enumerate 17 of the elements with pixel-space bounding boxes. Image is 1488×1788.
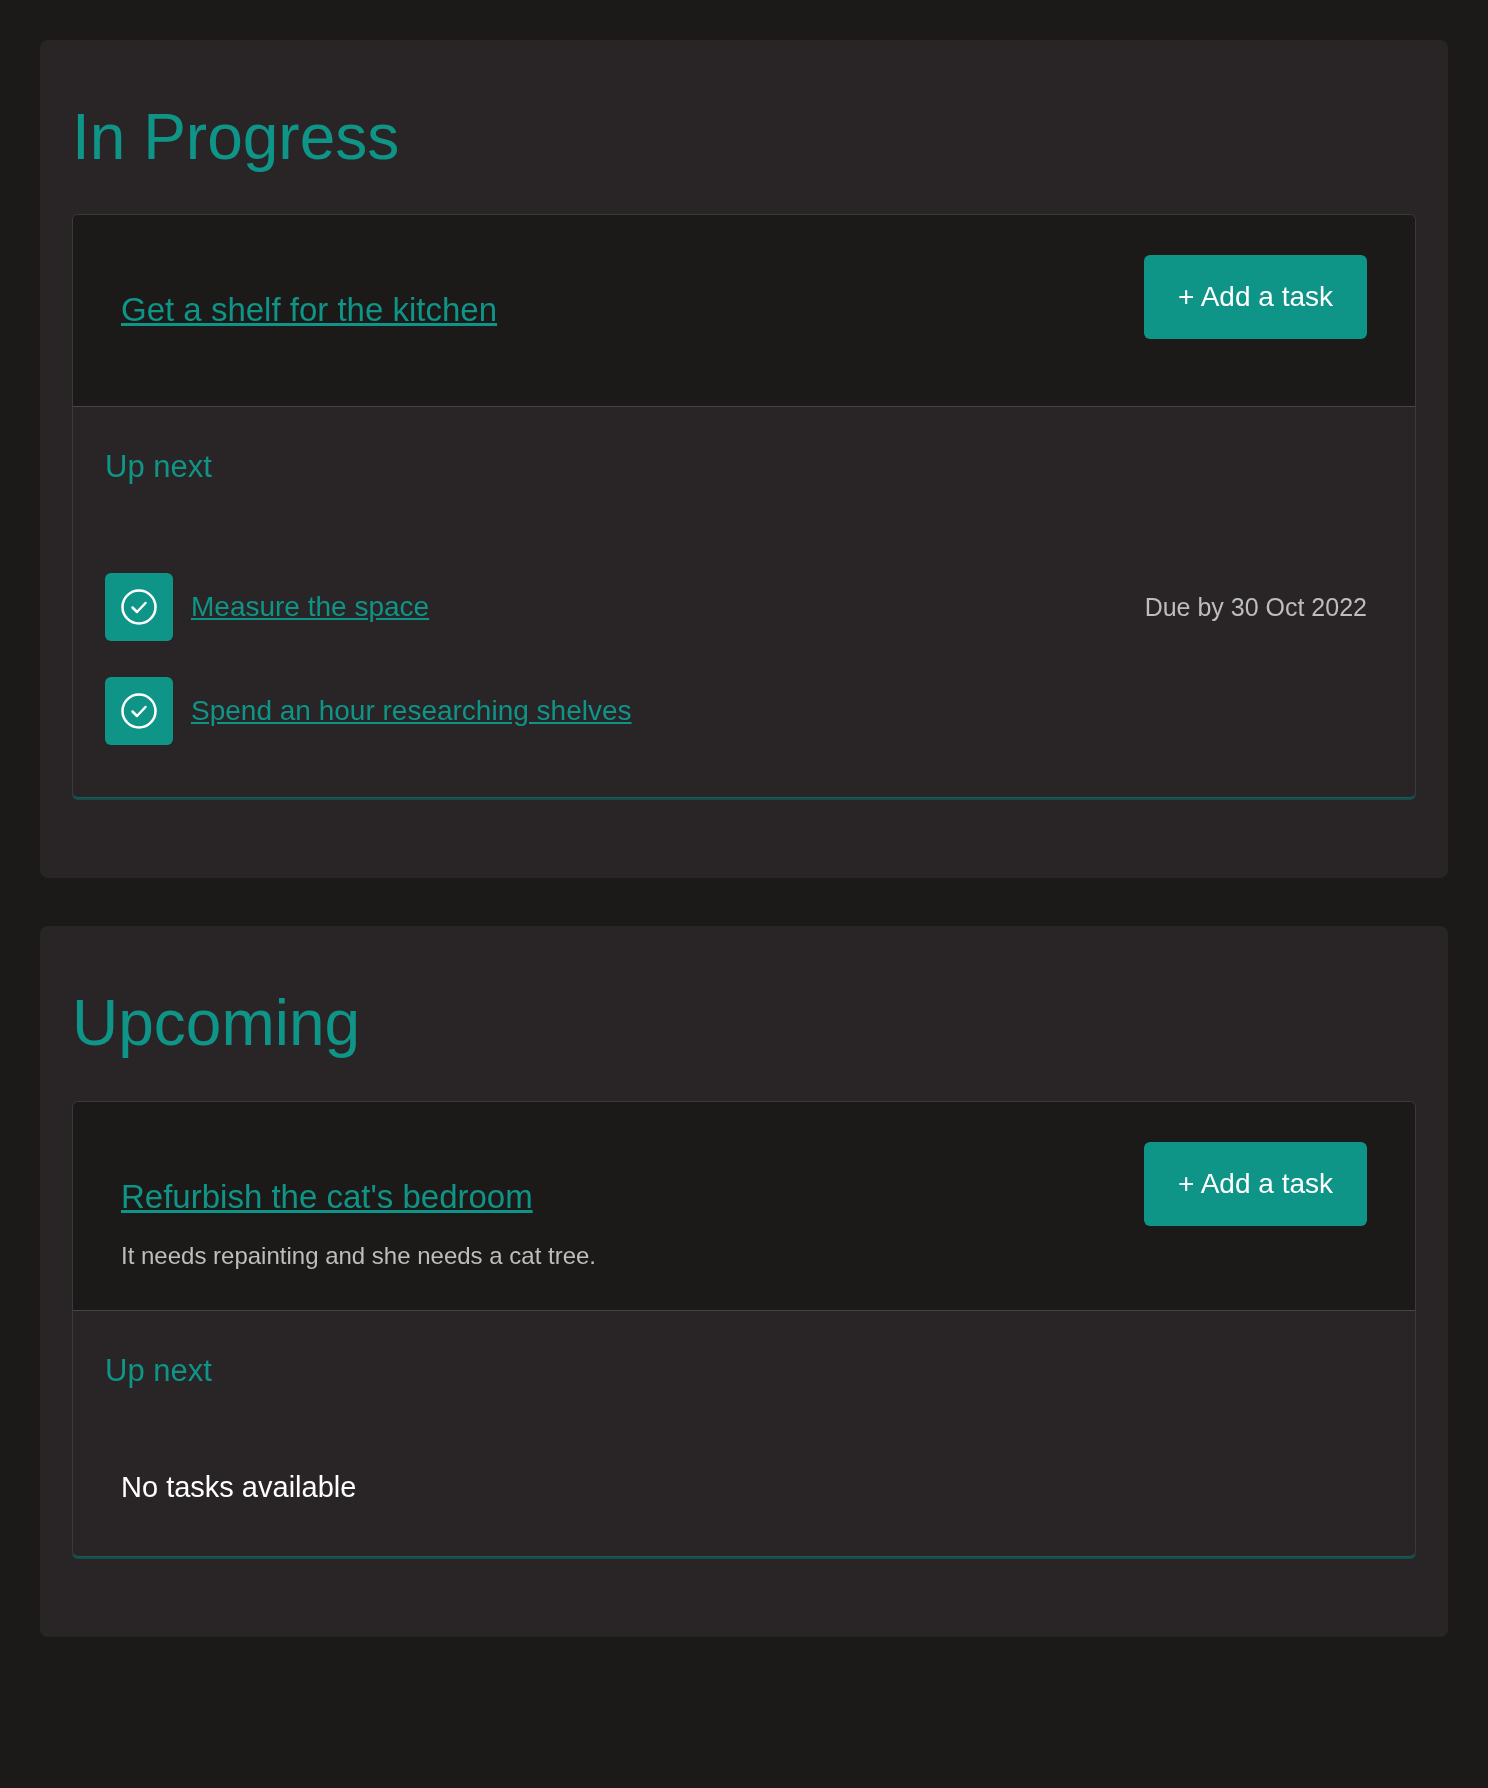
add-task-button[interactable]: + Add a task [1144, 255, 1367, 340]
check-circle-icon [120, 588, 158, 627]
task-link[interactable]: Measure the space [191, 591, 430, 624]
section-heading: In Progress [72, 102, 401, 173]
project-title-link[interactable]: Get a shelf for the kitchen [121, 291, 498, 330]
complete-task-button[interactable] [105, 573, 173, 642]
up-next-label: Up next [105, 1352, 213, 1389]
up-next-label: Up next [105, 449, 213, 486]
task-link[interactable]: Spend an hour researching shelves [191, 695, 632, 728]
add-task-button[interactable]: + Add a task [1144, 1141, 1367, 1226]
check-circle-icon [120, 692, 158, 731]
project-title-link[interactable]: Refurbish the cat's bedroom [121, 1177, 596, 1216]
complete-task-button[interactable] [105, 677, 173, 746]
section-heading: Upcoming [72, 988, 362, 1059]
empty-message: No tasks available [120, 1470, 358, 1504]
due-date: Due by 30 Oct 2022 [1144, 592, 1367, 622]
project-description: It needs repainting and she needs a cat tree. [121, 1241, 596, 1270]
